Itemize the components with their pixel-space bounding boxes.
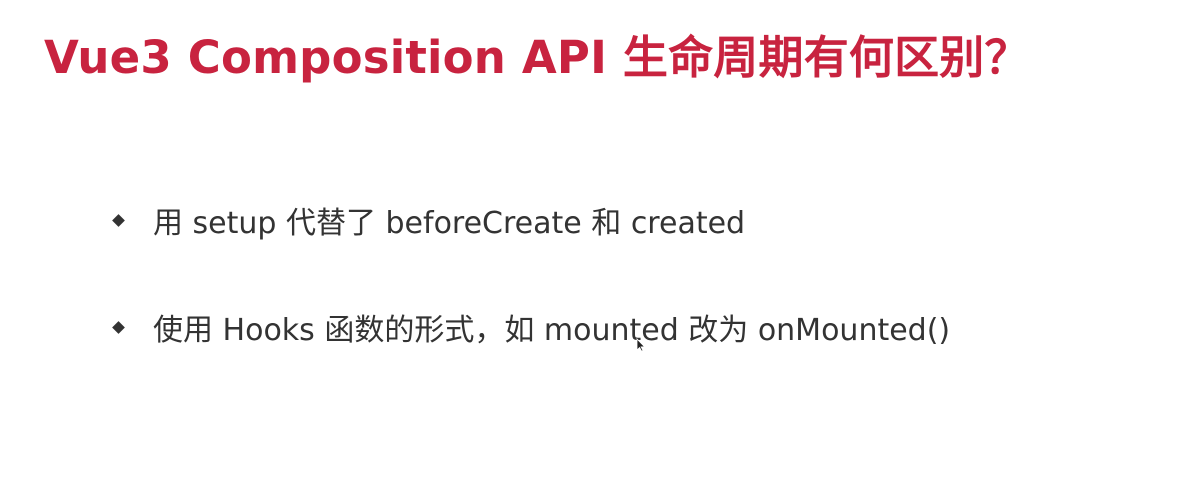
bullet-text: 使用 Hooks 函数的形式，如 mounted 改为 onMounted() [153,313,951,348]
diamond-bullet-icon [112,320,125,334]
diamond-bullet-icon [112,213,125,227]
list-item: 用 setup 代替了 beforeCreate 和 created [110,196,950,244]
list-item: 使用 Hooks 函数的形式，如 mounted 改为 onMounted() [110,303,950,351]
slide-title: Vue3 Composition API 生命周期有何区别？ [44,31,1030,84]
bullet-list: 用 setup 代替了 beforeCreate 和 created 使用 Ho… [110,196,950,410]
slide: Vue3 Composition API 生命周期有何区别？ 用 setup 代… [0,0,1189,480]
mouse-pointer-icon [636,338,646,352]
bullet-text: 用 setup 代替了 beforeCreate 和 created [153,206,746,241]
